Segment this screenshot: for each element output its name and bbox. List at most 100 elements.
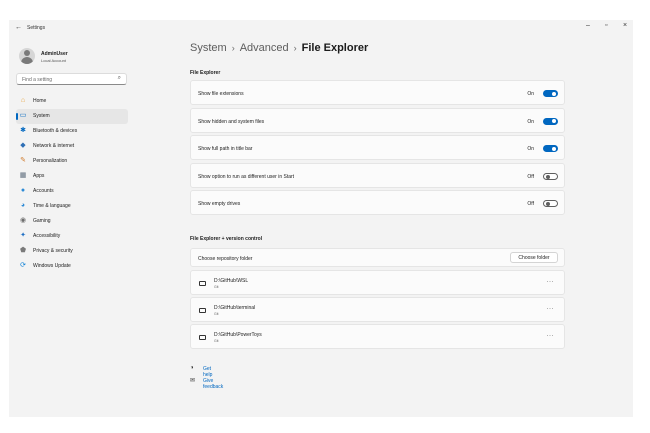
breadcrumb-system[interactable]: System bbox=[190, 42, 227, 54]
sidebar-item-label: Privacy & security bbox=[33, 248, 73, 254]
avatar bbox=[19, 48, 35, 64]
choose-folder-button[interactable]: Choose folder bbox=[510, 252, 558, 263]
active-indicator bbox=[16, 113, 18, 120]
sidebar-item-label: Windows Update bbox=[33, 263, 71, 269]
toggle-group: On bbox=[518, 117, 558, 125]
setting-row: Show option to run as different user in … bbox=[190, 162, 565, 188]
sidebar-item-accessibility[interactable]: ✦ Accessibility bbox=[16, 229, 128, 244]
setting-row: Show full path in title bar On bbox=[190, 135, 565, 160]
setting-label: Show hidden and system files bbox=[198, 118, 265, 125]
sidebar-item-gaming[interactable]: ◉ Gaming bbox=[16, 214, 128, 229]
toggle-state-label: On bbox=[527, 91, 534, 97]
more-options-button[interactable]: ··· bbox=[547, 306, 555, 312]
accounts-icon: ● bbox=[20, 187, 26, 194]
sidebar-item-apps[interactable]: ▦ Apps bbox=[16, 169, 128, 184]
folder-icon bbox=[199, 308, 206, 313]
help-icon: ◑ bbox=[190, 365, 194, 371]
toggle-state-label: Off bbox=[527, 173, 534, 180]
sidebar-item-home[interactable]: ⌂ Home bbox=[16, 94, 128, 109]
repo-row: D:\GitHub\PowerToys Git ··· bbox=[190, 324, 565, 349]
breadcrumb: System › Advanced › File Explorer bbox=[190, 42, 368, 54]
sidebar-item-network-internet[interactable]: ◆ Network & internet bbox=[16, 139, 128, 154]
toggle-group: Off bbox=[518, 172, 558, 180]
user-profile[interactable]: AdminUser Local Account bbox=[19, 48, 129, 66]
sidebar-item-label: Home bbox=[33, 98, 47, 104]
sidebar-item-label: Gaming bbox=[33, 218, 51, 224]
repo-type: Git bbox=[214, 285, 219, 289]
toggle-group: On bbox=[518, 145, 558, 152]
repo-path: D:\GitHub\terminal bbox=[214, 305, 256, 311]
setting-label: Show empty drives bbox=[198, 201, 241, 207]
search-icon: ⌕ bbox=[117, 75, 121, 81]
toggle-state-label: On bbox=[527, 118, 534, 125]
sidebar-item-label: Time & language bbox=[33, 203, 71, 209]
repo-row: D:\GitHub\WSL Git ··· bbox=[190, 270, 565, 295]
toggle-switch[interactable] bbox=[543, 117, 558, 125]
setting-row: Show empty drives Off bbox=[190, 190, 565, 215]
user-name: AdminUser bbox=[41, 51, 68, 57]
sidebar: AdminUser Local Account Find a setting ⌕… bbox=[9, 38, 129, 417]
sidebar-item-system[interactable]: ▭ System bbox=[16, 109, 128, 124]
toggle-state-label: On bbox=[527, 146, 534, 152]
repo-path: D:\GitHub\PowerToys bbox=[214, 332, 262, 338]
feedback-icon: ✉ bbox=[190, 378, 196, 384]
sidebar-item-label: Accessibility bbox=[33, 233, 61, 239]
shield-icon: ⬟ bbox=[19, 247, 27, 254]
give-feedback-label: Give feedback bbox=[203, 378, 224, 390]
toggle-switch[interactable] bbox=[543, 200, 558, 207]
setting-label: Show full path in title bar bbox=[198, 146, 253, 152]
maximize-button[interactable]: ▫ bbox=[605, 22, 607, 29]
sidebar-item-time-language[interactable]: ◕ Time & language bbox=[16, 199, 128, 214]
setting-row: Show file extensions On bbox=[190, 80, 565, 105]
more-options-button[interactable]: ··· bbox=[547, 279, 555, 285]
search-placeholder: Find a setting bbox=[22, 77, 53, 83]
breadcrumb-advanced[interactable]: Advanced bbox=[240, 42, 289, 54]
setting-row: Show hidden and system files On bbox=[190, 107, 565, 133]
apps-icon: ▦ bbox=[19, 172, 27, 179]
close-button[interactable]: × bbox=[623, 22, 627, 29]
home-icon: ⌂ bbox=[20, 97, 26, 104]
sidebar-item-privacy-security[interactable]: ⬟ Privacy & security bbox=[16, 244, 128, 259]
breadcrumb-separator: › bbox=[231, 43, 235, 53]
toggle-group: On bbox=[518, 90, 558, 97]
more-options-button[interactable]: ··· bbox=[547, 333, 555, 339]
sidebar-nav: ⌂ Home ▭ System ✱ Bluetooth & devices ◆ Network… bbox=[16, 94, 128, 274]
gamepad-icon: ◉ bbox=[19, 217, 27, 224]
choose-repo-label: Choose repository folder bbox=[198, 256, 253, 262]
repo-type: Git bbox=[214, 339, 219, 343]
get-help-label: Get help bbox=[203, 366, 213, 378]
choose-repo-card: Choose repository folder Choose folder bbox=[190, 248, 565, 267]
toggle-switch[interactable] bbox=[543, 145, 558, 152]
search-box[interactable]: Find a setting ⌕ bbox=[16, 73, 127, 85]
sidebar-item-label: Bluetooth & devices bbox=[33, 128, 78, 134]
settings-window: ← Settings – ▫ × AdminUser Local Account… bbox=[9, 20, 633, 417]
sidebar-item-label: Network & internet bbox=[33, 143, 75, 149]
folder-icon bbox=[199, 335, 206, 340]
sidebar-item-personalization[interactable]: ✎ Personalization bbox=[16, 154, 128, 169]
repo-row: D:\GitHub\terminal Git ··· bbox=[190, 297, 565, 322]
breadcrumb-separator: › bbox=[293, 43, 297, 53]
toggle-state-label: Off bbox=[527, 201, 534, 207]
globe-clock-icon: ◕ bbox=[20, 202, 26, 209]
update-icon: ⟳ bbox=[20, 262, 26, 269]
section-file-explorer-title: File Explorer bbox=[190, 70, 221, 76]
sidebar-item-accounts[interactable]: ● Accounts bbox=[16, 184, 128, 199]
toggle-switch[interactable] bbox=[543, 90, 558, 97]
repo-path: D:\GitHub\WSL bbox=[214, 278, 249, 284]
folder-icon bbox=[199, 281, 206, 286]
title-bar: ← Settings – ▫ × bbox=[9, 20, 633, 38]
back-arrow-icon[interactable]: ← bbox=[15, 24, 22, 31]
sidebar-item-bluetooth-devices[interactable]: ✱ Bluetooth & devices bbox=[16, 124, 128, 139]
sidebar-item-windows-update[interactable]: ⟳ Windows Update bbox=[16, 259, 128, 274]
section-version-control-title: File Explorer + version control bbox=[190, 236, 263, 242]
sidebar-item-label: Personalization bbox=[33, 158, 68, 164]
sidebar-item-label: Accounts bbox=[33, 188, 54, 194]
app-title: Settings bbox=[27, 25, 46, 31]
minimize-button[interactable]: – bbox=[586, 22, 590, 29]
bluetooth-icon: ✱ bbox=[20, 127, 26, 134]
toggle-group: Off bbox=[518, 200, 558, 207]
toggle-switch[interactable] bbox=[543, 172, 558, 180]
system-icon: ▭ bbox=[19, 112, 27, 119]
sidebar-item-label: Apps bbox=[33, 173, 45, 179]
page-title: File Explorer bbox=[301, 42, 369, 54]
